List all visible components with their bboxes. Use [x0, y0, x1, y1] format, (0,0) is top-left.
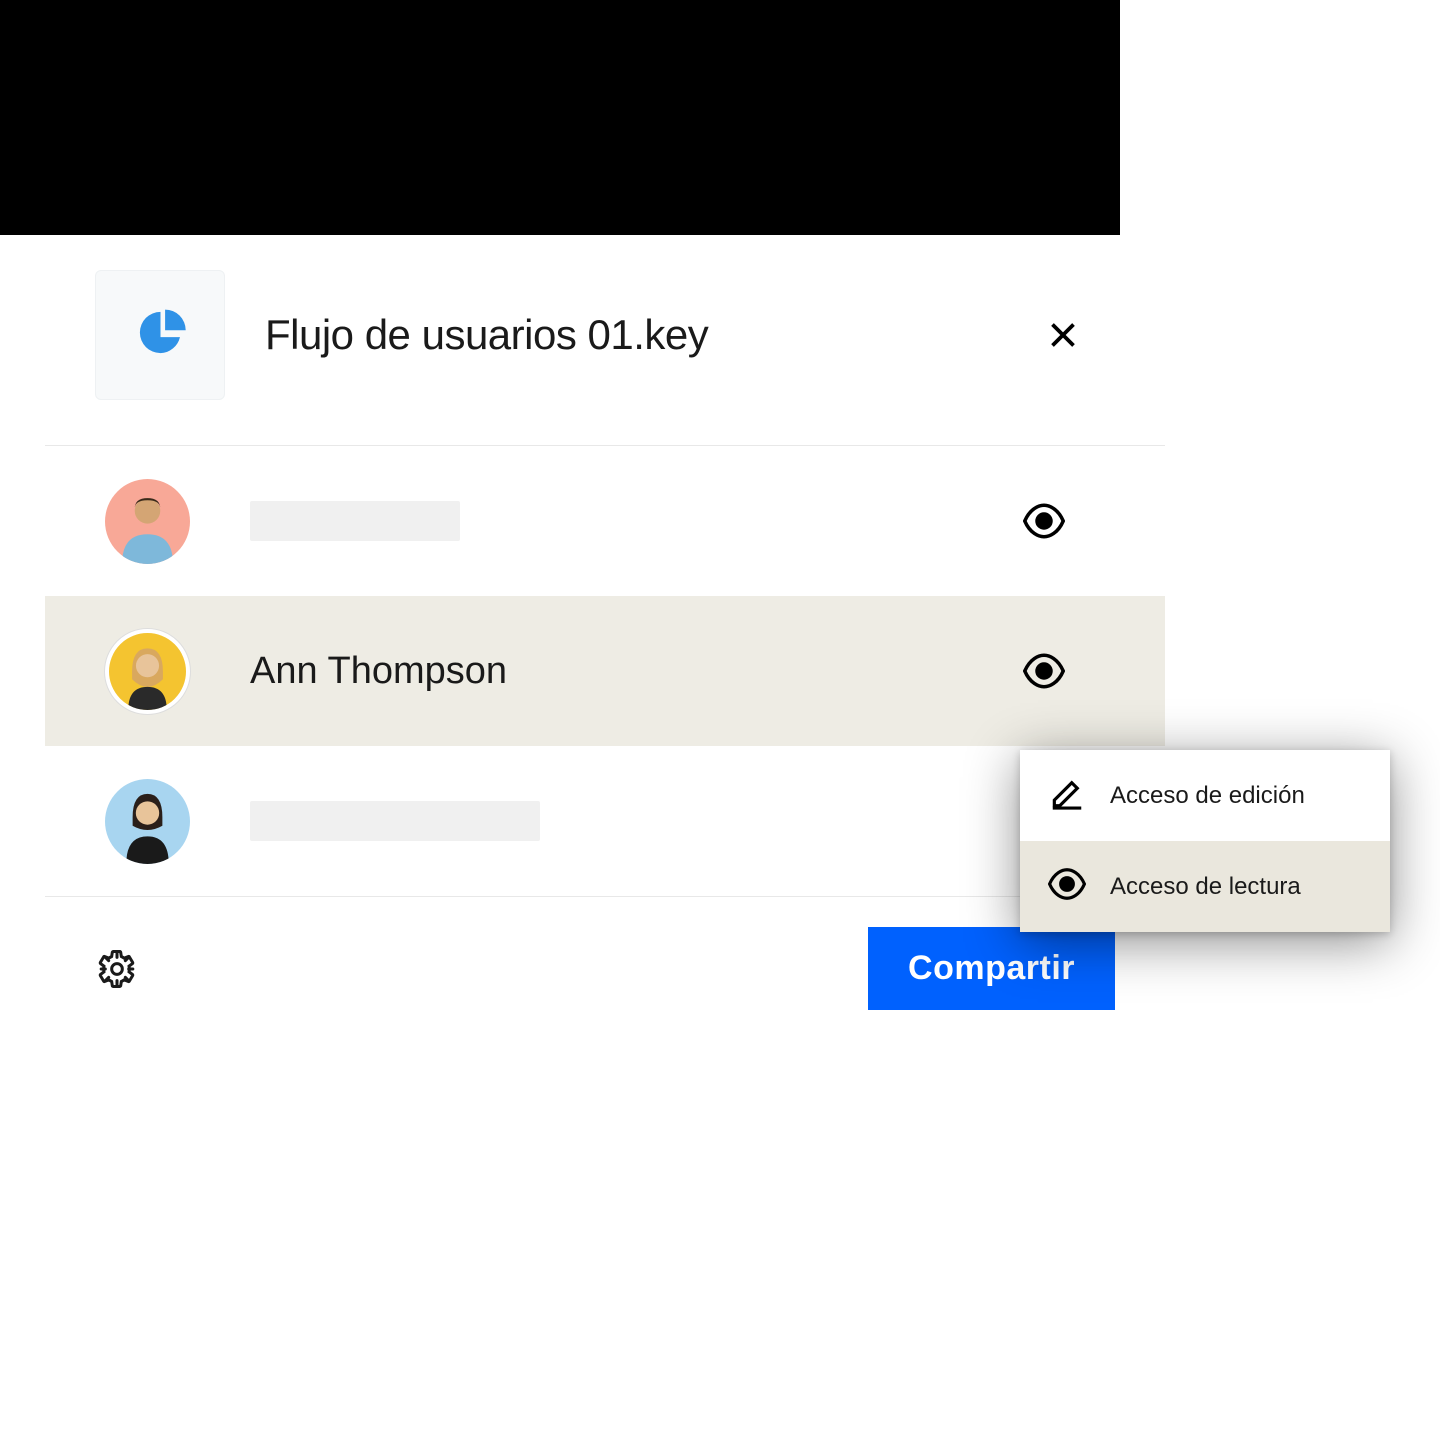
- eye-icon: [1048, 865, 1086, 908]
- user-row[interactable]: [45, 446, 1165, 596]
- dropdown-label: Acceso de edición: [1110, 782, 1305, 810]
- dropdown-item-read[interactable]: Acceso de lectura: [1020, 841, 1390, 932]
- share-button[interactable]: Compartir: [868, 927, 1115, 1010]
- permission-view-icon[interactable]: [1023, 500, 1065, 542]
- avatar: [105, 479, 190, 564]
- user-name-placeholder: [250, 801, 540, 841]
- user-name-placeholder: [250, 501, 460, 541]
- top-black-bar: [0, 0, 1120, 235]
- pie-chart-icon: [133, 305, 188, 365]
- permission-view-icon[interactable]: [1023, 650, 1065, 692]
- avatar: [105, 629, 190, 714]
- user-row[interactable]: [45, 746, 1165, 896]
- permission-dropdown: Acceso de edición Acceso de lectura: [1020, 750, 1390, 932]
- settings-button[interactable]: [95, 947, 139, 991]
- dropdown-label: Acceso de lectura: [1110, 873, 1301, 901]
- user-row-selected[interactable]: Ann Thompson: [45, 596, 1165, 746]
- avatar: [105, 779, 190, 864]
- dropdown-item-edit[interactable]: Acceso de edición: [1020, 750, 1390, 841]
- pencil-icon: [1048, 774, 1086, 817]
- dialog-footer: Compartir: [45, 896, 1165, 1040]
- file-title: Flujo de usuarios 01.key: [265, 311, 1041, 359]
- file-icon-container: [95, 270, 225, 400]
- user-name: Ann Thompson: [250, 650, 1023, 693]
- share-dialog: Flujo de usuarios 01.key: [45, 235, 1165, 1040]
- close-button[interactable]: [1041, 313, 1085, 357]
- dialog-header: Flujo de usuarios 01.key: [45, 235, 1165, 446]
